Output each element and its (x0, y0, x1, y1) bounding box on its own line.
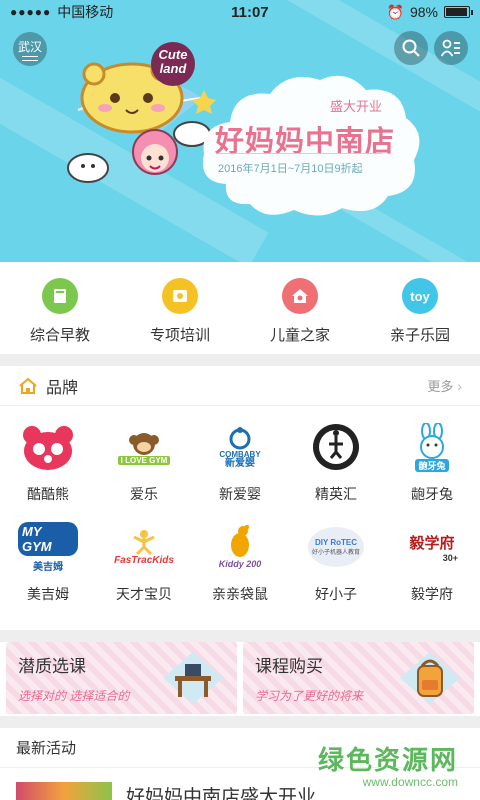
hero-banner[interactable]: Cute land 盛大开业 好妈妈中南店 2016年7月1日~7月10日9折起… (0, 0, 480, 262)
brand-label: 酷酷熊 (27, 486, 69, 502)
backpack-icon (400, 652, 460, 704)
kukuxiong-logo (18, 418, 78, 476)
banner-date: 2016年7月1日~7月10日9折起 (218, 163, 363, 175)
user-menu-button[interactable] (434, 31, 468, 65)
yixuefu-sub: 30+ (442, 552, 458, 563)
category-label: 亲子乐园 (389, 327, 450, 344)
search-button[interactable] (394, 31, 428, 65)
clock: 11:07 (231, 3, 269, 21)
carrier-name: 中国移动 (57, 4, 114, 20)
signal-strength-icon: ●●●●● (10, 5, 52, 19)
yixuefu-text: 毅学府 (409, 533, 455, 552)
banner-divider (218, 153, 382, 154)
section-divider (0, 630, 480, 642)
brand-item-tiancaibaobei[interactable]: FasTracKids 天才宝贝 (96, 518, 192, 604)
promo-cards: 潜质选课 选择对的 选择适合的 课程购买 学习为了更好的将来 (0, 642, 480, 714)
kiddy-text: Kiddy 200 (218, 559, 262, 569)
baoyatu-text: 龅牙兔 (415, 458, 449, 472)
menu-lines-icon (22, 55, 38, 61)
brand-item-haoxiaozi[interactable]: DIY RoTEC 好小子机器人教育 好小子 (288, 518, 384, 604)
watermark-name: 绿色资源网 (317, 745, 458, 775)
battery-fill (445, 8, 467, 16)
brand-item-aile[interactable]: I LOVE GYM 爱乐 (96, 418, 192, 504)
i-love-gym-text: I LOVE GYM (117, 455, 171, 465)
brand-item-baoyatu[interactable]: 龅牙兔 龅牙兔 (384, 418, 480, 504)
brand-item-xinaiying[interactable]: COMBABY 新爱婴 新爱婴 (192, 418, 288, 504)
brand-label: 爱乐 (130, 486, 158, 502)
city-label: 武汉 (17, 39, 42, 54)
user-list-icon (441, 39, 460, 57)
brand-label: 亲亲袋鼠 (212, 586, 268, 602)
brand-label: 精英汇 (315, 486, 357, 502)
brands-more-link[interactable]: 更多 › (427, 376, 462, 395)
section-divider (0, 716, 480, 728)
home-icon (19, 377, 37, 394)
brand-grid: 酷酷熊 I LOVE GYM 爱乐 COMBABY 新爱婴 新爱婴 精英汇 龅牙… (0, 418, 480, 604)
brand-item-qinqindaishu[interactable]: Kiddy 200 亲亲袋鼠 (192, 518, 288, 604)
i-love-gym-logo: I LOVE GYM (114, 418, 174, 476)
brand-item-meijimu[interactable]: MY GYM 美吉姆 美吉姆 (0, 518, 96, 604)
battery-percent: 98% (409, 4, 438, 20)
diy-rotec-badge: DIY RoTEC 好小子机器人教育 (308, 527, 364, 567)
my-gym-logo: MY GYM 美吉姆 (18, 518, 78, 576)
combaby-logo: COMBABY 新爱婴 (210, 418, 270, 476)
desk-icon (163, 652, 223, 704)
toy-icon: toy (402, 278, 438, 314)
brand-item-jingyinghui[interactable]: 精英汇 (288, 418, 384, 504)
activity-thumbnail (16, 782, 112, 800)
baoyatu-logo: 龅牙兔 (402, 418, 462, 476)
site-watermark: 绿色资源网 www.downcc.com (318, 740, 458, 789)
promo-course-purchase[interactable]: 课程购买 学习为了更好的将来 (243, 642, 474, 714)
diy-rotec-sub: 好小子机器人教育 (311, 550, 360, 556)
category-special-training[interactable]: 专项培训 (120, 262, 240, 354)
category-label: 专项培训 (149, 327, 210, 344)
book-icon (42, 278, 78, 314)
battery-icon (443, 6, 473, 18)
category-nav: 综合早教 专项培训 儿童之家 toy 亲子乐园 (0, 262, 480, 354)
category-childrens-home[interactable]: 儿童之家 (240, 262, 360, 354)
status-bar: ●●●●● 中国移动 11:07 ⏰ 98% (0, 0, 480, 24)
diy-rotec-text: DIY RoTEC (314, 538, 358, 547)
brand-label: 新爱婴 (219, 486, 261, 502)
latest-activities-title: 最新活动 (16, 740, 77, 757)
cute-land-logo-text: Cute land (158, 47, 188, 76)
category-parent-child-park[interactable]: toy 亲子乐园 (360, 262, 480, 354)
category-label: 儿童之家 (269, 327, 330, 344)
chevron-right-icon: › (457, 377, 462, 394)
alarm-icon: ⏰ (386, 3, 404, 20)
brands-title: 品牌 (46, 379, 79, 397)
section-divider (0, 354, 480, 366)
brands-header: 品牌 更多 › (0, 366, 480, 406)
my-gym-sub: 美吉姆 (33, 561, 63, 573)
house-icon (282, 278, 318, 314)
more-label: 更多 (427, 379, 454, 394)
activity-title: 好妈妈中南店盛大开业 (126, 787, 317, 800)
category-general-early-education[interactable]: 综合早教 (0, 262, 120, 354)
brand-label: 天才宝贝 (116, 586, 172, 602)
diy-rotec-logo: DIY RoTEC 好小子机器人教育 (306, 518, 366, 576)
city-selector-button[interactable]: 武汉 (13, 32, 47, 66)
combaby-sub: 新爱婴 (225, 457, 255, 469)
jingyinghui-logo (306, 418, 366, 476)
flower-icon (162, 278, 198, 314)
brand-item-yixuefu[interactable]: 毅学府 30+ 毅学府 (384, 518, 480, 604)
banner-subtitle: 盛大开业 (330, 99, 383, 114)
category-label: 综合早教 (29, 327, 90, 344)
brand-label: 毅学府 (411, 586, 453, 602)
fastrackids-text: FasTracKids (114, 554, 174, 566)
brand-label: 好小子 (315, 586, 357, 602)
brand-item-kukuxiong[interactable]: 酷酷熊 (0, 418, 96, 504)
kiddy-logo: Kiddy 200 (210, 518, 270, 576)
search-icon (402, 39, 420, 57)
fastrackids-logo: FasTracKids (114, 518, 174, 576)
brand-label: 龅牙兔 (411, 486, 453, 502)
yixuefu-logo: 毅学府 30+ (402, 518, 462, 576)
promo-course-selection[interactable]: 潜质选课 选择对的 选择适合的 (6, 642, 237, 714)
watermark-url: www.downcc.com (362, 775, 458, 789)
my-gym-text: MY GYM (18, 521, 78, 556)
brand-label: 美吉姆 (27, 586, 69, 602)
